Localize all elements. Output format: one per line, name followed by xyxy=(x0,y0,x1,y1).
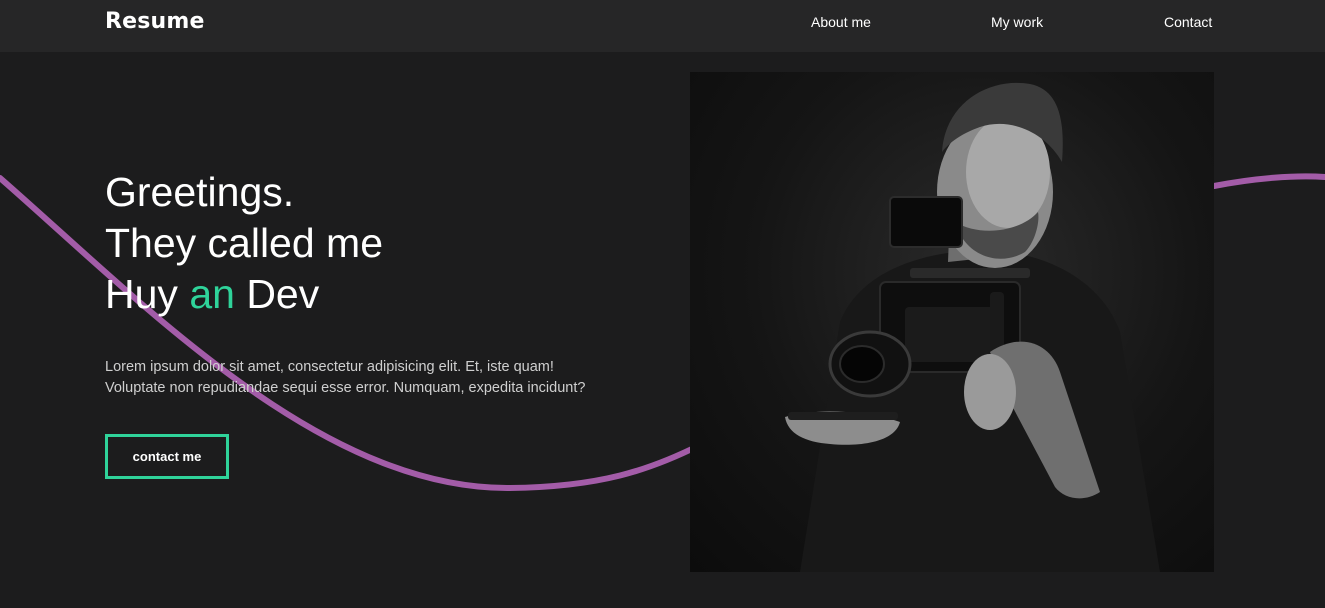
intro-line-2: Voluptate non repudiandae sequi esse err… xyxy=(105,380,586,396)
headline-line-1: Greetings. xyxy=(105,169,295,215)
hero-headline: Greetings. They called me Huy an Dev xyxy=(105,167,383,320)
videographer-illustration xyxy=(785,82,1160,572)
intro-line-1: Lorem ipsum dolor sit amet, consectetur … xyxy=(105,359,554,375)
headline-line-3-pre: Huy xyxy=(105,271,190,317)
contact-me-button[interactable]: contact me xyxy=(105,434,229,479)
hero-photo-videographer xyxy=(690,72,1214,572)
hero-intro-text: Lorem ipsum dolor sit amet, consectetur … xyxy=(105,357,665,399)
page: Resume About me My work Contact Greeting… xyxy=(0,0,1325,608)
headline-line-2: They called me xyxy=(105,220,384,266)
headline-line-3-post: Dev xyxy=(234,271,320,317)
headline-accent-word: an xyxy=(189,271,235,317)
